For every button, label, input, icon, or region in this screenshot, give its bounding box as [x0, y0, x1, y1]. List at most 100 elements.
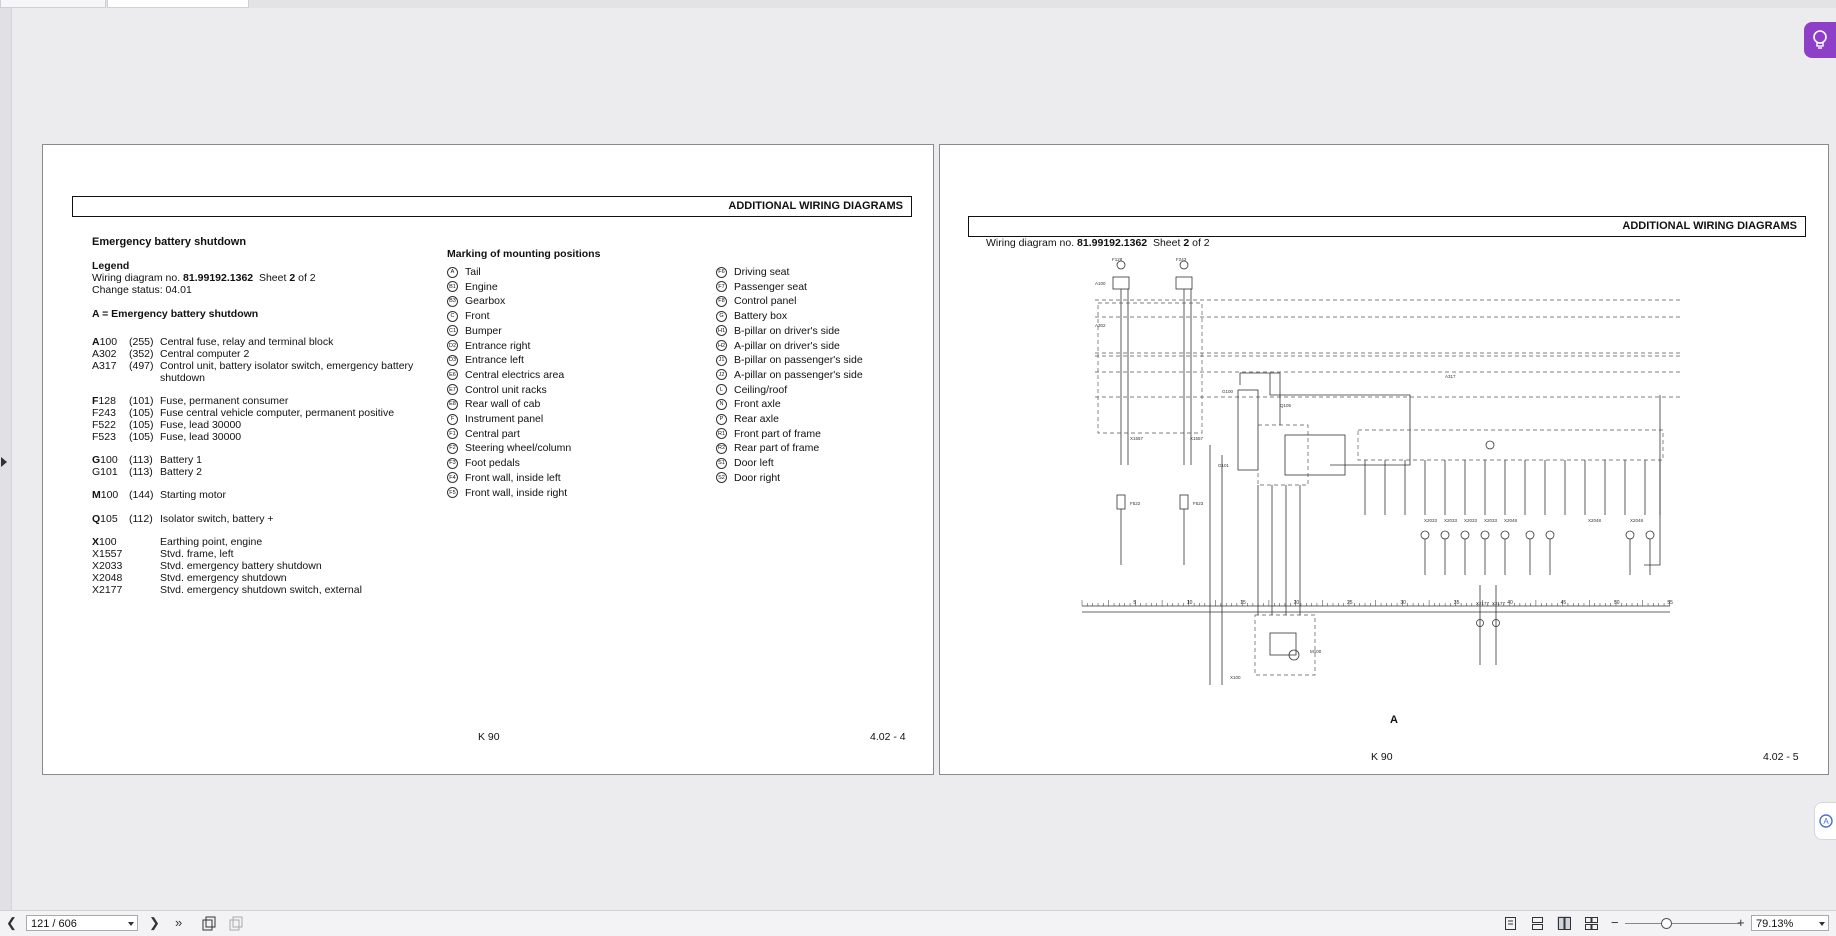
position-label: Front wall, inside right — [465, 486, 568, 499]
marking-item: L Ceiling/roof — [716, 384, 787, 396]
position-label: Bumper — [465, 324, 502, 337]
last-page-icon[interactable]: » — [175, 916, 182, 930]
control-unit-box — [1357, 429, 1664, 461]
zoom-slider-track[interactable] — [1625, 923, 1740, 924]
marking-item: A Tail — [447, 266, 481, 278]
wire-path — [1209, 445, 1223, 685]
legend-heading: Legend — [92, 260, 130, 272]
position-code-badge: D2 — [447, 340, 458, 351]
position-label: Battery box — [734, 310, 788, 323]
tab-strip — [0, 0, 1836, 8]
page-header-title: ADDITIONAL WIRING DIAGRAMS — [728, 200, 903, 212]
zoom-out-icon[interactable]: − — [1611, 916, 1619, 930]
component-label: X1557 — [1130, 436, 1144, 441]
zoom-in-icon[interactable]: + — [1737, 916, 1745, 930]
component-code: Q105 — [92, 513, 118, 525]
marking-item: J2 A-pillar on passenger's side — [716, 369, 863, 381]
component-ref-number: (255) — [129, 336, 154, 348]
zoom-level-select[interactable]: 79.13% — [1751, 915, 1829, 931]
position-label: Control panel — [734, 295, 797, 308]
scale-number: 15 — [1240, 600, 1246, 606]
position-code-badge: L — [716, 384, 727, 396]
component-ref-number: (105) — [129, 431, 154, 443]
component-description: Battery 1 — [160, 454, 203, 466]
dashed-enclosure — [1254, 614, 1316, 676]
position-code-badge: G — [716, 310, 727, 322]
component-description: Fuse central vehicle computer, permanent… — [160, 407, 395, 419]
position-code-badge: F2 — [447, 442, 458, 454]
accessibility-icon: A — [1819, 814, 1833, 828]
side-panel-button[interactable]: A — [1814, 802, 1836, 840]
marking-heading: Marking of mounting positions — [447, 248, 601, 260]
position-code-badge: P — [716, 413, 727, 425]
chevron-down-icon — [128, 922, 134, 926]
component-code: F128 — [92, 395, 116, 407]
component-label: F523 — [1193, 501, 1204, 506]
previous-page-icon[interactable]: ❮ — [6, 916, 17, 930]
single-page-view-icon[interactable] — [1503, 916, 1517, 930]
position-code-badge: F6 — [716, 266, 727, 278]
connector-circle — [1625, 530, 1635, 540]
component-label: X1557 — [1190, 436, 1204, 441]
footer-model: K 90 — [478, 731, 500, 743]
expand-sidebar-icon[interactable] — [1, 457, 7, 467]
position-label: Door left — [734, 457, 774, 470]
component-ref-number: (101) — [129, 395, 154, 407]
position-code-badge: D3 — [447, 354, 458, 366]
fuse-box — [1175, 276, 1193, 290]
copy-page-icon[interactable] — [228, 916, 244, 935]
component-description: Isolator switch, battery + — [160, 513, 274, 525]
position-code-badge: F7 — [716, 281, 727, 293]
two-page-view-icon[interactable] — [1557, 916, 1571, 930]
position-label: Gearbox — [465, 295, 506, 308]
component-code: G101 — [92, 466, 118, 478]
scale-number: 40 — [1507, 600, 1513, 606]
component-code: F522 — [92, 419, 116, 431]
assistant-lightbulb-button[interactable] — [1804, 22, 1836, 58]
marking-item: D2 Entrance right — [447, 340, 530, 352]
component-code: A317 — [92, 360, 117, 372]
left-sidebar-rail — [0, 8, 12, 910]
terminal-circle — [1485, 440, 1495, 450]
component-code: A302 — [92, 348, 117, 360]
marking-item: F4 Front wall, inside left — [447, 472, 561, 484]
position-label: Foot pedals — [465, 457, 520, 470]
scale-number: 30 — [1400, 600, 1406, 606]
position-label: Instrument panel — [465, 413, 544, 425]
position-code-badge: H1 — [716, 325, 727, 337]
page-number-input[interactable]: 121 / 606 — [26, 915, 138, 931]
change-status: Change status: 04.01 — [92, 284, 192, 296]
tab-current-document[interactable] — [107, 0, 249, 8]
component-description: Central fuse, relay and terminal block — [160, 336, 334, 348]
position-code-badge: R1 — [716, 428, 727, 440]
tab-previous-document[interactable] — [0, 0, 106, 8]
component-description: Stvd. emergency shutdown switch, externa… — [160, 584, 362, 596]
dashed-enclosure — [1097, 302, 1203, 434]
position-label: B-pillar on passenger's side — [734, 354, 863, 367]
two-page-continuous-view-icon[interactable] — [1584, 916, 1598, 930]
position-label: B-pillar on driver's side — [734, 324, 840, 337]
marking-item: R1 Front part of frame — [716, 428, 821, 440]
rotate-page-icon[interactable] — [201, 916, 217, 935]
footer-model: K 90 — [1371, 751, 1393, 763]
component-ref-number: (112) — [129, 513, 153, 525]
position-label: Tail — [465, 266, 481, 278]
zoom-slider-thumb[interactable] — [1661, 918, 1672, 929]
wire-path — [1644, 395, 1661, 566]
svg-text:A: A — [1823, 817, 1829, 826]
position-label: Central electrics area — [465, 368, 565, 381]
scale-number: 10 — [1187, 600, 1193, 606]
fuse-box — [1112, 276, 1130, 290]
position-code-badge: C1 — [447, 325, 458, 337]
component-description: Earthing point, engine — [160, 536, 263, 548]
continuous-view-icon[interactable] — [1530, 916, 1544, 930]
connector-circle — [1525, 530, 1535, 540]
scale-number: 50 — [1614, 600, 1620, 606]
position-code-badge: E8 — [447, 398, 458, 410]
component-ref-number: (144) — [129, 489, 154, 501]
connector-circle — [1645, 530, 1655, 540]
component-code: X2177 — [92, 584, 123, 596]
component-description: Central computer 2 — [160, 348, 250, 360]
next-page-icon[interactable]: ❯ — [149, 916, 160, 930]
position-code-badge: F3 — [447, 457, 458, 469]
